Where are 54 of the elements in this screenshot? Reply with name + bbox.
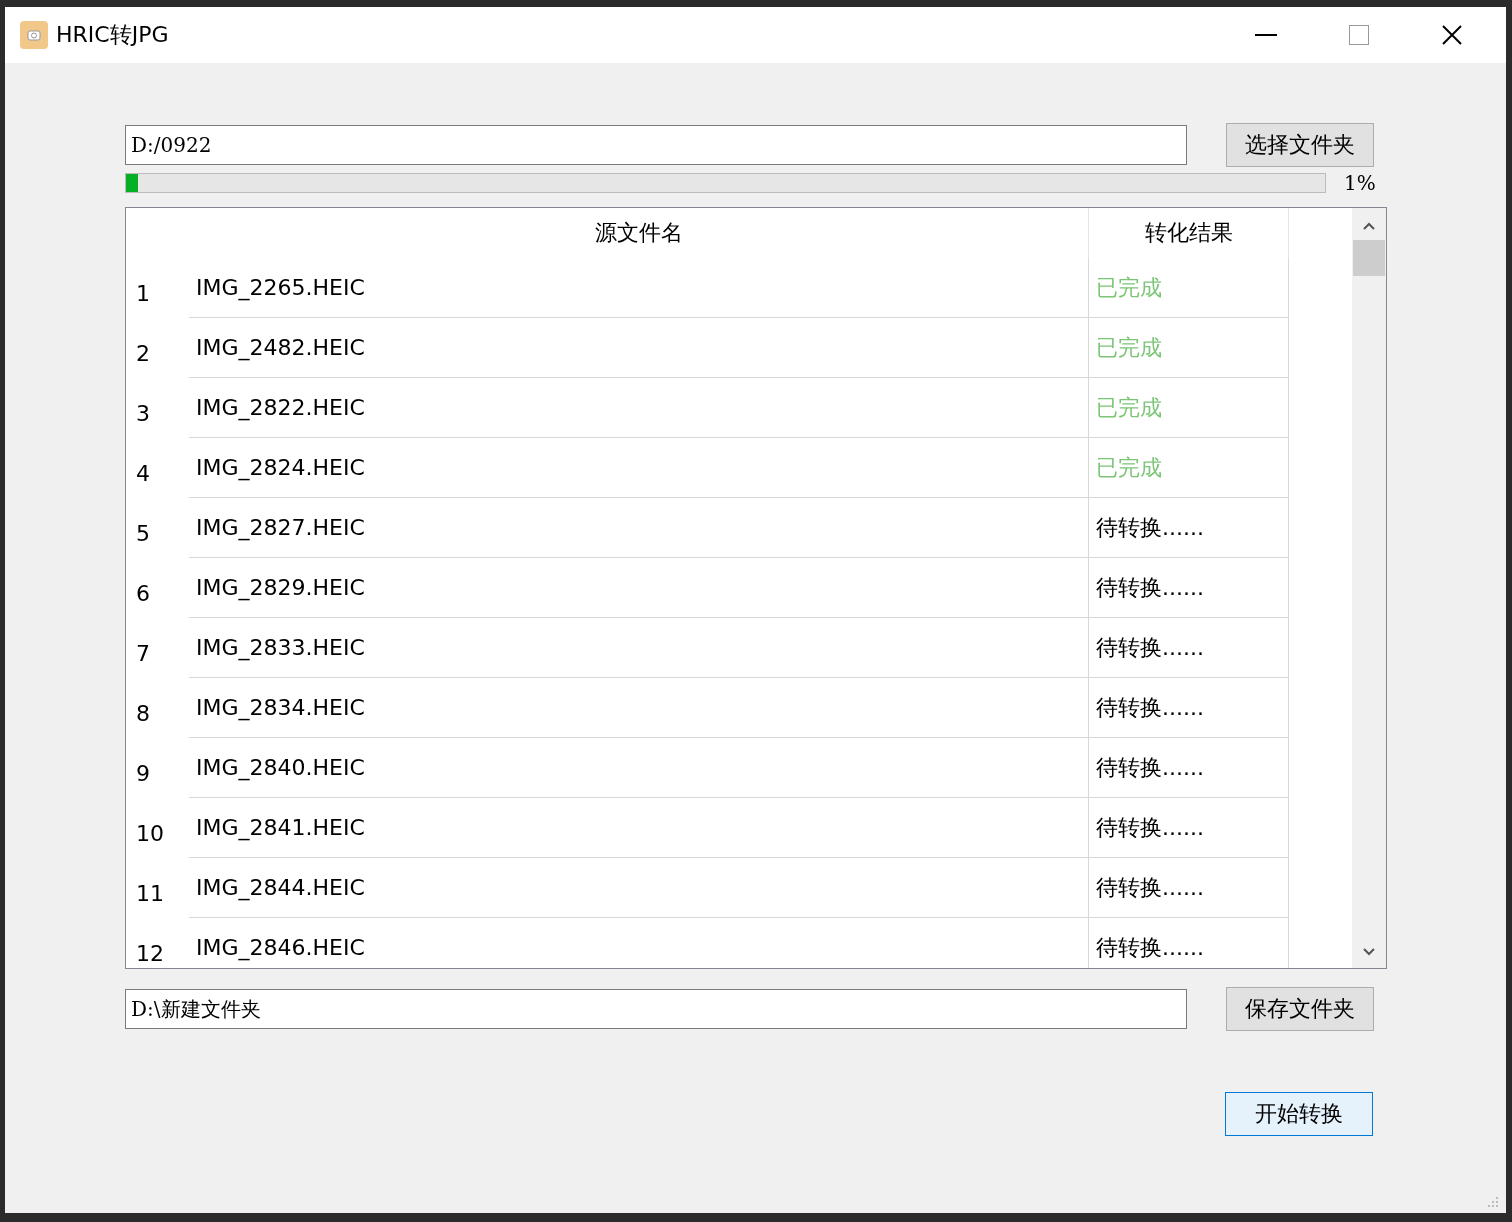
row-number: 4 (135, 460, 151, 488)
start-convert-button[interactable]: 开始转换 (1225, 1092, 1373, 1136)
status-cell: 已完成 (1089, 258, 1289, 318)
table-cell: IMG_2265.HEIC (189, 258, 1089, 318)
table-cell: IMG_2824.HEIC (189, 438, 1089, 498)
table-cell: IMG_2833.HEIC (189, 618, 1089, 678)
table-cell: IMG_2829.HEIC (189, 558, 1089, 618)
row-number: 12 (135, 940, 165, 968)
row-number: 3 (135, 400, 151, 428)
status-cell: 待转换...... (1089, 798, 1289, 858)
column-header[interactable]: 源文件名 (189, 208, 1089, 258)
status-cell: 待转换...... (1089, 738, 1289, 798)
select-folder-button[interactable]: 选择文件夹 (1226, 123, 1374, 167)
scrollbar[interactable] (1352, 208, 1386, 968)
table-cell: IMG_2834.HEIC (189, 678, 1089, 738)
status-cell: 已完成 (1089, 378, 1289, 438)
scroll-thumb[interactable] (1353, 240, 1385, 276)
status-cell: 待转换...... (1089, 678, 1289, 738)
row-number: 6 (135, 580, 151, 608)
status-cell: 已完成 (1089, 438, 1289, 498)
table-cell: IMG_2846.HEIC (189, 918, 1089, 968)
status-cell: 待转换...... (1089, 858, 1289, 918)
progress-percent: 1% (1344, 171, 1376, 195)
row-number: 11 (135, 880, 165, 908)
scroll-up-icon[interactable] (1363, 222, 1375, 230)
status-cell: 待转换...... (1089, 498, 1289, 558)
table-cell: IMG_2844.HEIC (189, 858, 1089, 918)
row-number: 8 (135, 700, 151, 728)
app-icon (19, 20, 49, 50)
save-folder-button[interactable]: 保存文件夹 (1226, 987, 1374, 1031)
row-number: 5 (135, 520, 151, 548)
close-icon[interactable] (1441, 25, 1462, 45)
table-cell: IMG_2827.HEIC (189, 498, 1089, 558)
scroll-down-icon[interactable] (1363, 948, 1375, 956)
minimize-icon[interactable] (1254, 34, 1277, 36)
column-header[interactable]: 转化结果 (1089, 208, 1289, 258)
row-number: 1 (135, 280, 151, 308)
row-number: 2 (135, 340, 151, 368)
resize-grip-icon[interactable] (1486, 1195, 1498, 1207)
maximize-icon[interactable] (1348, 25, 1369, 45)
status-cell: 待转换...... (1089, 918, 1289, 968)
status-cell: 待转换...... (1089, 618, 1289, 678)
row-number: 7 (135, 640, 151, 668)
row-number: 9 (135, 760, 151, 788)
table-cell: IMG_2482.HEIC (189, 318, 1089, 378)
source-folder-field[interactable]: D:/0922 (125, 125, 1187, 165)
row-number: 10 (135, 820, 165, 848)
window-title: HRIC转JPG (56, 21, 170, 49)
status-cell: 已完成 (1089, 318, 1289, 378)
table-cell: IMG_2840.HEIC (189, 738, 1089, 798)
table-cell: IMG_2841.HEIC (189, 798, 1089, 858)
table-cell: IMG_2822.HEIC (189, 378, 1089, 438)
save-folder-field[interactable]: D:\新建文件夹 (125, 989, 1187, 1029)
status-cell: 待转换...... (1089, 558, 1289, 618)
